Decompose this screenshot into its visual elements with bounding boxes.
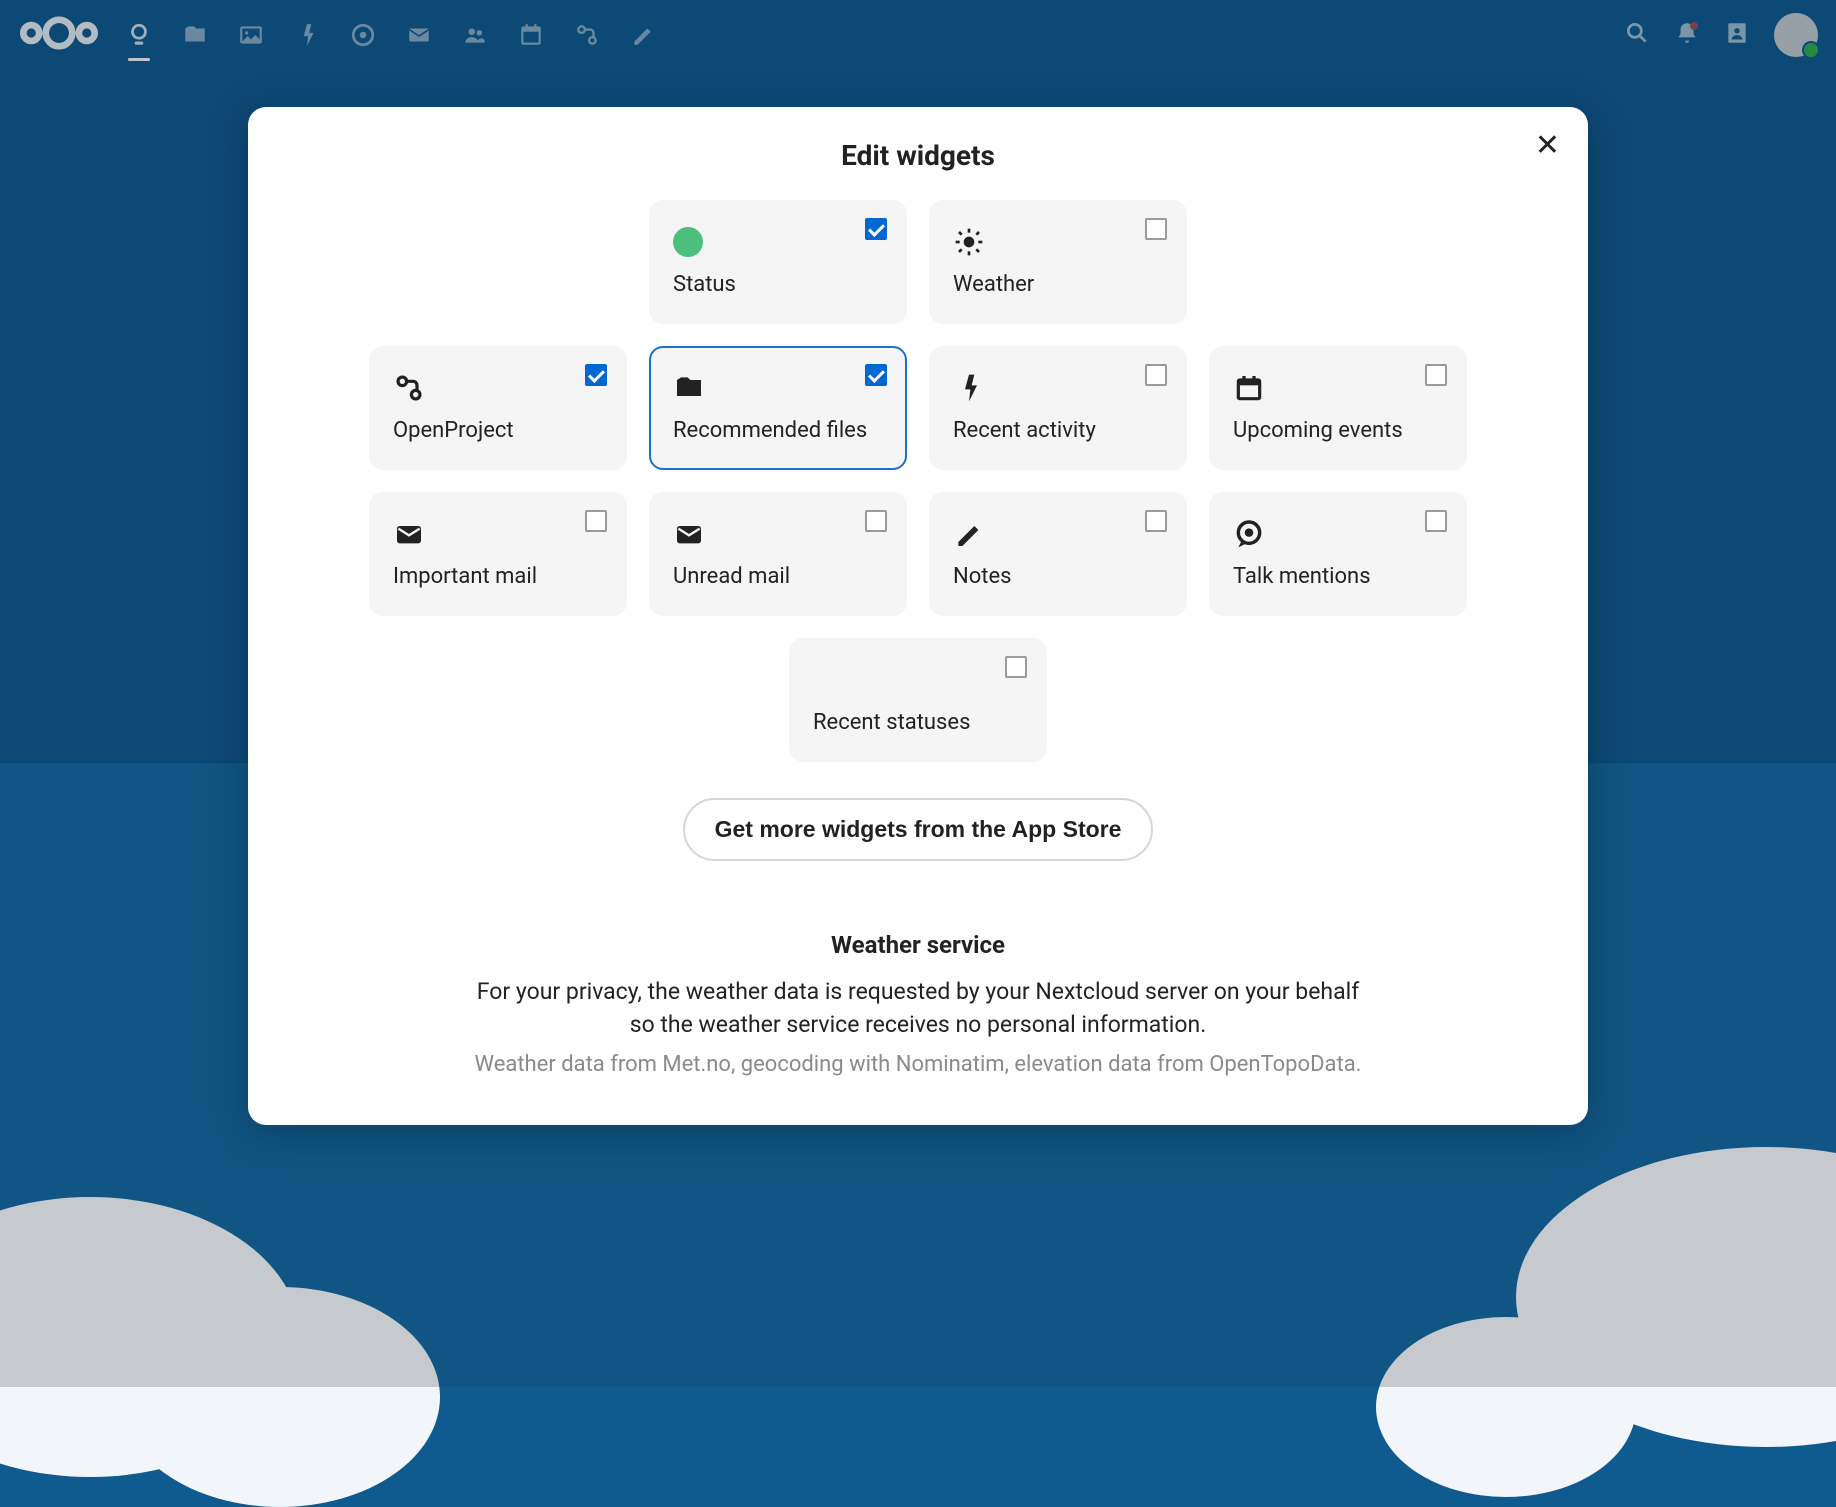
widget-card-upcoming-events[interactable]: Upcoming events bbox=[1209, 346, 1467, 470]
lightning-icon bbox=[953, 372, 985, 404]
widget-label: Important mail bbox=[393, 564, 603, 589]
widget-card-recommended[interactable]: Recommended files bbox=[649, 346, 907, 470]
weather-service-credits: Weather data from Met.no, geocoding with… bbox=[468, 1052, 1368, 1077]
widget-label: Notes bbox=[953, 564, 1163, 589]
checkbox-status[interactable] bbox=[865, 218, 887, 240]
weather-service-title: Weather service bbox=[288, 931, 1548, 959]
widget-label: Status bbox=[673, 272, 883, 297]
widget-label: Upcoming events bbox=[1233, 418, 1443, 443]
more-widgets-button[interactable]: Get more widgets from the App Store bbox=[683, 798, 1154, 861]
widget-label: Talk mentions bbox=[1233, 564, 1443, 589]
widget-card-unread-mail[interactable]: Unread mail bbox=[649, 492, 907, 616]
checkbox-notes[interactable] bbox=[1145, 510, 1167, 532]
widget-card-notes[interactable]: Notes bbox=[929, 492, 1187, 616]
checkbox-recent-activity[interactable] bbox=[1145, 364, 1167, 386]
talk-icon bbox=[1233, 518, 1265, 550]
widget-label: Recent statuses bbox=[813, 710, 1023, 735]
widget-card-status[interactable]: Status bbox=[649, 200, 907, 324]
checkbox-important-mail[interactable] bbox=[585, 510, 607, 532]
pencil-icon bbox=[953, 518, 985, 550]
widget-card-important-mail[interactable]: Important mail bbox=[369, 492, 627, 616]
checkbox-weather[interactable] bbox=[1145, 218, 1167, 240]
checkbox-recommended[interactable] bbox=[865, 364, 887, 386]
widget-grid: Status Weather OpenProject Recomme bbox=[338, 200, 1498, 762]
checkbox-upcoming-events[interactable] bbox=[1425, 364, 1447, 386]
edit-widgets-modal: ✕ Edit widgets Status Weather O bbox=[248, 107, 1588, 1125]
widget-label: Recommended files bbox=[673, 418, 883, 443]
calendar-icon bbox=[1233, 372, 1265, 404]
widget-card-recent-statuses[interactable]: Recent statuses bbox=[789, 638, 1047, 762]
widget-label: Weather bbox=[953, 272, 1163, 297]
checkbox-openproject[interactable] bbox=[585, 364, 607, 386]
sun-icon bbox=[953, 226, 985, 258]
folder-icon bbox=[673, 372, 705, 404]
mail-icon bbox=[393, 518, 425, 550]
widget-card-recent-activity[interactable]: Recent activity bbox=[929, 346, 1187, 470]
status-online-icon bbox=[673, 227, 703, 257]
checkbox-recent-statuses[interactable] bbox=[1005, 656, 1027, 678]
moon-icon bbox=[813, 664, 845, 696]
widget-label: OpenProject bbox=[393, 418, 603, 443]
widget-label: Unread mail bbox=[673, 564, 883, 589]
weather-service-description: For your privacy, the weather data is re… bbox=[468, 975, 1368, 1042]
checkbox-unread-mail[interactable] bbox=[865, 510, 887, 532]
widget-card-openproject[interactable]: OpenProject bbox=[369, 346, 627, 470]
mail-icon bbox=[673, 518, 705, 550]
openproject-icon bbox=[393, 372, 425, 404]
widget-card-weather[interactable]: Weather bbox=[929, 200, 1187, 324]
widget-card-talk-mentions[interactable]: Talk mentions bbox=[1209, 492, 1467, 616]
modal-title: Edit widgets bbox=[288, 139, 1548, 172]
close-button[interactable]: ✕ bbox=[1535, 131, 1560, 161]
widget-label: Recent activity bbox=[953, 418, 1163, 443]
checkbox-talk-mentions[interactable] bbox=[1425, 510, 1447, 532]
